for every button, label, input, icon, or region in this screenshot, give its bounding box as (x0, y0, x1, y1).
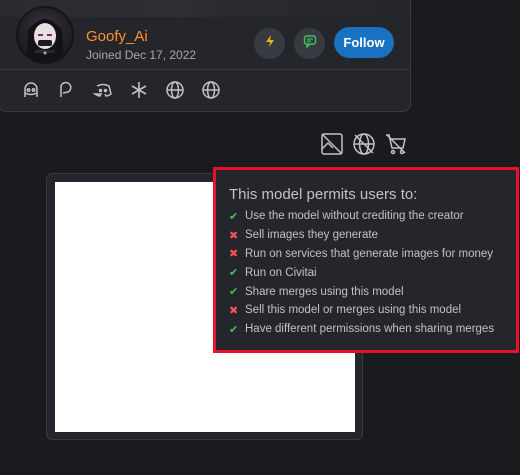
patreon-icon[interactable] (57, 80, 77, 100)
avatar[interactable] (16, 6, 74, 64)
permission-item: ✖ Sell images they generate (229, 226, 516, 245)
message-icon (303, 34, 317, 53)
check-icon: ✔ (229, 286, 239, 299)
permission-label: Sell images they generate (245, 229, 378, 242)
license-icons (320, 132, 408, 156)
joined-date: Joined Dec 17, 2022 (86, 48, 197, 62)
permission-label: Have different permissions when sharing … (245, 323, 495, 336)
popover-title: This model permits users to: (229, 186, 418, 203)
ghost-icon[interactable] (21, 80, 41, 100)
discord-icon[interactable] (93, 80, 113, 100)
lightning-icon (263, 34, 277, 53)
permissions-popover: This model permits users to: ✔ Use the mo… (213, 167, 519, 353)
permission-item: ✔ Share merges using this model (229, 282, 516, 301)
globe-icon[interactable] (201, 80, 221, 100)
permission-label: Run on Civitai (245, 266, 317, 279)
permission-item: ✖ Run on services that generate images fo… (229, 245, 516, 264)
sparkle-icon[interactable] (129, 80, 149, 100)
permission-item: ✔ Run on Civitai (229, 263, 516, 282)
user-card: Goofy_Ai Joined Dec 17, 2022 Follow (0, 0, 411, 112)
permissions-list: ✔ Use the model without crediting the cre… (229, 207, 516, 339)
username[interactable]: Goofy_Ai (86, 28, 148, 45)
no-cart-icon[interactable] (384, 132, 408, 156)
permission-label: Sell this model or merges using this mod… (245, 304, 462, 317)
follow-button[interactable]: Follow (334, 27, 394, 58)
check-icon: ✔ (229, 267, 239, 280)
permission-label: Run on services that generate images for… (245, 247, 494, 260)
check-icon: ✔ (229, 210, 239, 223)
social-links (21, 79, 221, 101)
permission-item: ✔ Use the model without crediting the cre… (229, 207, 516, 226)
divider (0, 69, 410, 70)
cross-icon: ✖ (229, 229, 239, 242)
no-globe-icon[interactable] (352, 132, 376, 156)
permission-item: ✖ Sell this model or merges using this mo… (229, 301, 516, 320)
message-button[interactable] (294, 28, 325, 59)
page-root: Goofy_Ai Joined Dec 17, 2022 Follow This… (0, 0, 520, 475)
cross-icon: ✖ (229, 248, 239, 261)
tip-button[interactable] (254, 28, 285, 59)
permission-label: Share merges using this model (245, 285, 404, 298)
cross-icon: ✖ (229, 304, 239, 317)
no-image-icon[interactable] (320, 132, 344, 156)
permission-item: ✔ Have different permissions when sharing… (229, 320, 516, 339)
permission-label: Use the model without crediting the crea… (245, 210, 464, 223)
check-icon: ✔ (229, 323, 239, 336)
globe-icon[interactable] (165, 80, 185, 100)
